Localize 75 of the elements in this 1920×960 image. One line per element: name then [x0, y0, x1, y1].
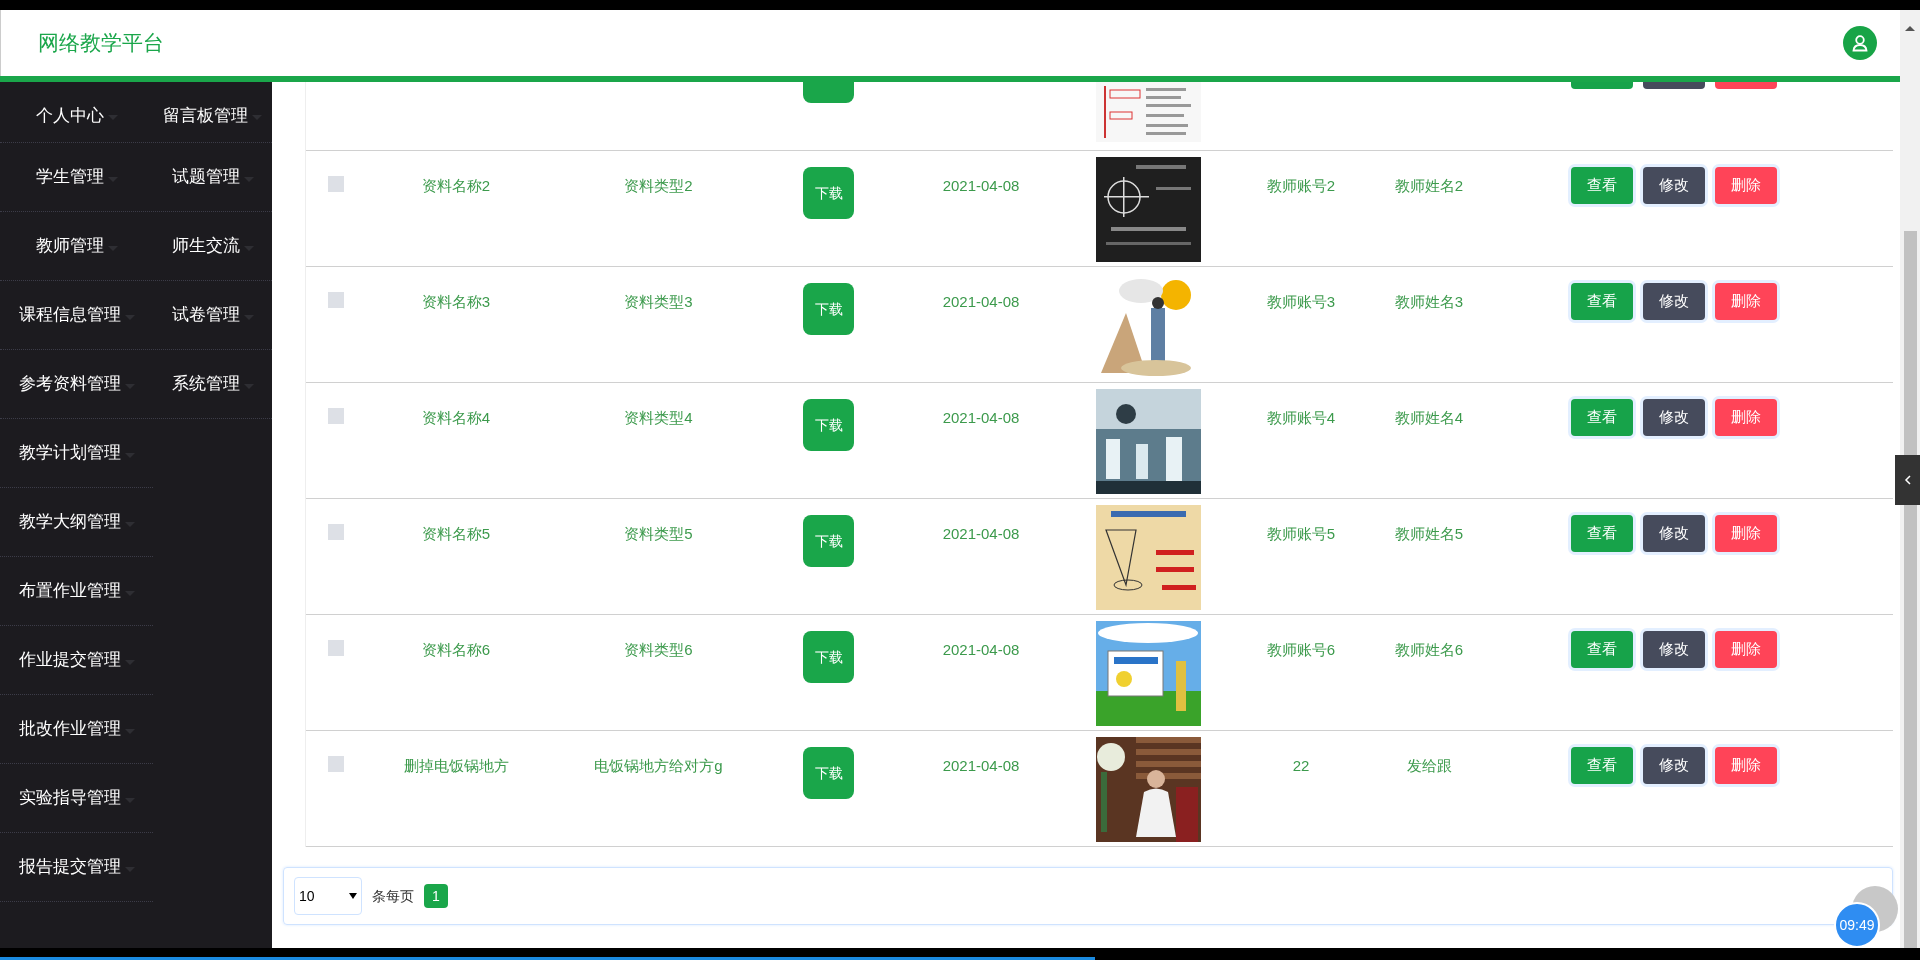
- name-cell: 资料名称4: [421, 409, 491, 426]
- account-cell: 22: [1292, 757, 1310, 774]
- type-cell: 资料类型6: [624, 641, 693, 658]
- action-button[interactable]: 修改: [1643, 167, 1705, 204]
- type-cell: 资料类型2: [624, 177, 693, 194]
- account-cell: 教师账号5: [1266, 525, 1336, 542]
- teacher-name-cell: 教师姓名2: [1394, 177, 1464, 194]
- row-checkbox[interactable]: [328, 640, 344, 656]
- date-cell: 2021-04-08: [942, 641, 1020, 658]
- sidebar-menu-item[interactable]: 实验指导管理: [18, 785, 121, 811]
- per-page-label: 条每页: [372, 886, 414, 906]
- sidebar-menu-item[interactable]: 教师管理: [35, 233, 104, 259]
- name-cell: 资料名称6: [421, 641, 491, 658]
- scrollbar-thumb[interactable]: [1903, 231, 1917, 948]
- action-button[interactable]: [1571, 82, 1633, 89]
- sidebar-menu-item[interactable]: 学生管理: [35, 164, 104, 190]
- row-checkbox[interactable]: [328, 176, 344, 192]
- sidebar-menu-item[interactable]: 试卷管理: [171, 302, 240, 328]
- action-button[interactable]: 修改: [1643, 283, 1705, 320]
- sidebar-menu-item[interactable]: 留言板管理: [163, 102, 248, 129]
- account-cell: 教师账号4: [1266, 409, 1336, 426]
- type-cell: 电饭锅地方给对方g: [594, 757, 723, 774]
- sidebar-menu-item[interactable]: 报告提交管理: [18, 854, 121, 880]
- chevron-left-icon: [1903, 475, 1912, 485]
- row-checkbox[interactable]: [328, 524, 344, 540]
- account-cell: 教师账号2: [1266, 177, 1336, 194]
- action-button[interactable]: 修改: [1643, 515, 1705, 552]
- sidebar-menu-item[interactable]: 师生交流: [171, 233, 240, 259]
- sidebar-menu-item[interactable]: 作业提交管理: [18, 647, 121, 673]
- account-cell: 教师账号6: [1266, 641, 1336, 658]
- sidebar-menu-item[interactable]: 教学计划管理: [18, 440, 121, 466]
- date-cell: 2021-04-08: [942, 525, 1020, 542]
- action-button[interactable]: 修改: [1643, 399, 1705, 436]
- name-cell: 删掉电饭锅地方: [403, 757, 509, 774]
- row-checkbox[interactable]: [328, 408, 344, 424]
- scroll-up-icon: [1905, 26, 1915, 31]
- scrollbar[interactable]: [1900, 10, 1920, 948]
- row-checkbox[interactable]: [328, 292, 344, 308]
- sidebar-menu-item[interactable]: 布置作业管理: [18, 578, 121, 604]
- app-title: 网络教学平台: [38, 30, 164, 57]
- sidebar-menu-item[interactable]: 参考资料管理: [18, 371, 121, 397]
- sidebar-menu-item[interactable]: 课程信息管理: [18, 302, 121, 328]
- name-cell: 资料名称5: [421, 525, 491, 542]
- type-cell: 资料类型5: [624, 525, 693, 542]
- sidebar-menu-item[interactable]: 批改作业管理: [18, 716, 121, 742]
- teacher-name-cell: 教师姓名3: [1394, 293, 1464, 310]
- teacher-name-cell: 发给跟: [1406, 757, 1452, 774]
- sidebar-menu-item[interactable]: 系统管理: [171, 371, 240, 397]
- name-cell: 资料名称2: [421, 177, 491, 194]
- action-button[interactable]: 修改: [1643, 747, 1705, 784]
- date-cell: 2021-04-08: [942, 293, 1020, 310]
- action-button[interactable]: [1715, 82, 1777, 89]
- dropdown-icon: [349, 893, 357, 899]
- action-button[interactable]: 修改: [1643, 631, 1705, 668]
- date-cell: 2021-04-08: [942, 177, 1020, 194]
- sidebar-menu-item[interactable]: 教学大纲管理: [18, 509, 121, 535]
- sidebar-menu-item[interactable]: 试题管理: [171, 164, 240, 190]
- teacher-name-cell: 教师姓名6: [1394, 641, 1464, 658]
- teacher-name-cell: 教师姓名5: [1394, 525, 1464, 542]
- action-button[interactable]: [1643, 82, 1705, 89]
- user-icon: [1851, 34, 1869, 52]
- teacher-name-cell: 教师姓名4: [1394, 409, 1464, 426]
- page-size-select[interactable]: 10: [294, 877, 362, 915]
- clock-badge: 09:49: [1834, 902, 1880, 948]
- sidebar-menu-item[interactable]: 个人中心: [35, 102, 104, 129]
- date-cell: 2021-04-08: [942, 757, 1020, 774]
- account-cell: 教师账号3: [1266, 293, 1336, 310]
- side-panel-toggle[interactable]: [1895, 455, 1920, 505]
- date-cell: 2021-04-08: [942, 409, 1020, 426]
- type-cell: 资料类型4: [624, 409, 693, 426]
- name-cell: 资料名称3: [421, 293, 491, 310]
- download-button[interactable]: [803, 82, 854, 103]
- user-avatar-button[interactable]: [1843, 26, 1877, 60]
- row-checkbox[interactable]: [328, 756, 344, 772]
- type-cell: 资料类型3: [624, 293, 693, 310]
